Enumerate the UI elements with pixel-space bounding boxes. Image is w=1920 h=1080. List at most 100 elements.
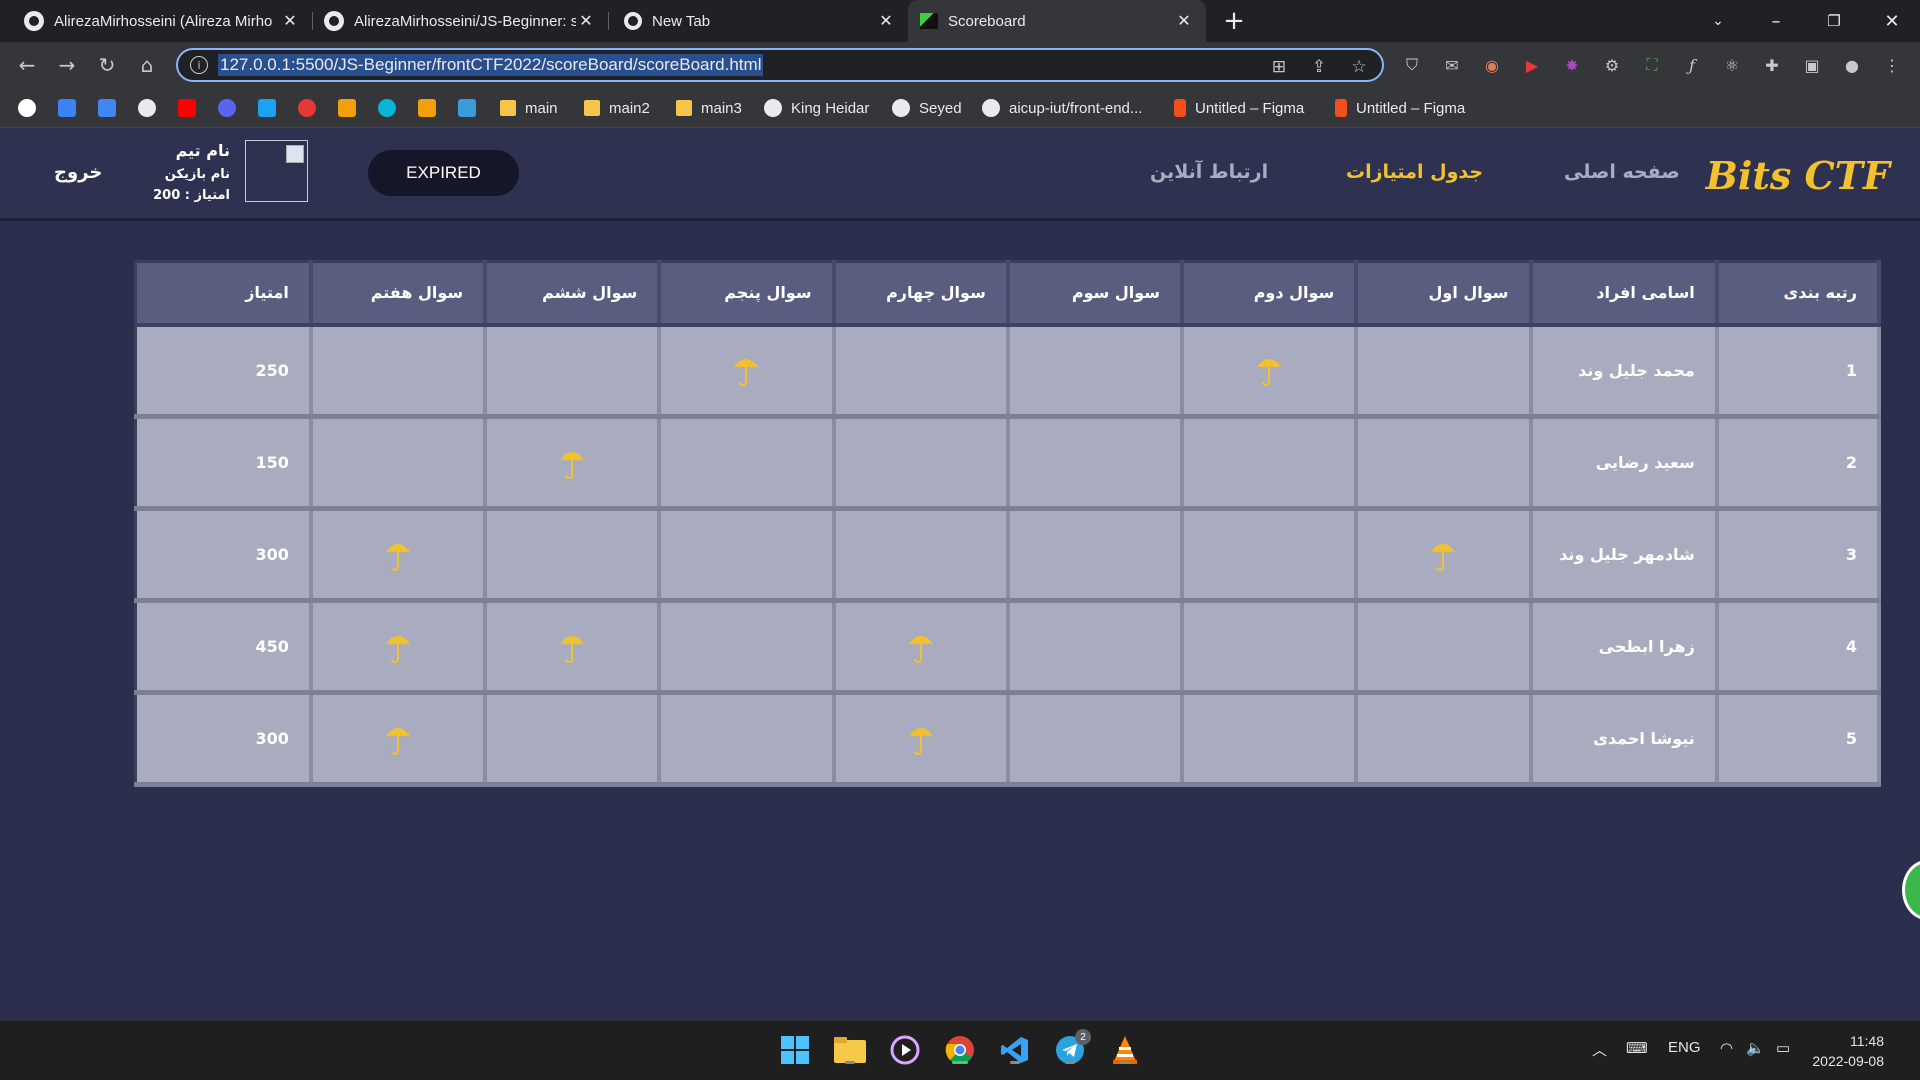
language-indicator[interactable]: ENG [1668,1039,1701,1056]
bookmark-figma-1[interactable]: Untitled – Figma [1174,96,1304,120]
screenshot-icon[interactable]: ⛶ [1641,54,1663,76]
umbrella-icon [557,451,587,479]
bookmark-aicup[interactable]: aicup-iut/front-end... [982,96,1142,120]
site-logo[interactable]: Bits CTF [1706,153,1890,198]
bookmark-in[interactable] [338,96,356,120]
bookmark-discord[interactable] [218,96,236,120]
bookmark-github[interactable] [138,96,156,120]
header-score: امتیاز [135,261,313,327]
url-text[interactable]: 127.0.0.1:5500/JS-Beginner/frontCTF2022/… [218,54,764,76]
nav-home-link[interactable]: صفحه اصلی [1564,161,1680,183]
media-player-icon[interactable] [888,1033,922,1067]
browser-tab-active[interactable]: Scoreboard ✕ [908,0,1206,42]
bookmark-king-heidar[interactable]: King Heidar [764,96,869,120]
header-q5: سوال پنجم [659,261,836,327]
bookmark-main[interactable]: main [500,96,558,120]
system-clock[interactable]: 11:48 2022-09-08 [1812,1031,1884,1071]
header-q3: سوال سوم [1007,261,1185,327]
bookmark-seyed[interactable]: Seyed [892,96,962,120]
close-icon[interactable]: ✕ [280,11,300,31]
bookmark-q[interactable] [378,96,396,120]
bookmark-label: King Heidar [791,99,870,117]
wifi-icon[interactable]: ◠ [1720,1039,1733,1057]
new-tab-button[interactable]: + [1206,0,1262,42]
close-icon[interactable]: ✕ [1174,11,1194,31]
bookmark-in2[interactable] [418,96,436,120]
tray-chevron-icon[interactable]: ︿ [1592,1039,1607,1060]
translate-icon[interactable]: ⊞ [1268,56,1290,78]
bookmark-mail[interactable] [458,96,476,120]
chrome-icon[interactable] [943,1033,977,1067]
header-q6: سوال ششم [485,261,662,327]
restore-button[interactable]: ❐ [1806,0,1862,42]
bookmark-main3[interactable]: main3 [676,96,742,120]
question-6-cell [485,600,662,695]
font-finder-icon[interactable]: ƒ [1681,54,1703,76]
close-icon[interactable]: ✕ [876,11,896,31]
back-arrow-icon[interactable]: ← [12,50,42,80]
bookmark-label: main3 [701,99,742,117]
running-indicator [845,1061,855,1064]
close-window-button[interactable]: ✕ [1864,0,1920,42]
telegram-icon[interactable]: 2 [1053,1029,1091,1067]
umbrella-icon [906,635,936,663]
extensions-puzzle-icon[interactable]: ✚ [1761,54,1783,76]
reload-icon[interactable]: ↻ [92,50,122,80]
github-icon [138,99,156,117]
bookmark-docs[interactable] [98,96,116,120]
umbrella-icon [383,635,413,663]
share-icon[interactable]: ⇪ [1308,56,1330,78]
bookmark-app[interactable] [258,96,276,120]
bookmark-main2[interactable]: main2 [584,96,650,120]
file-explorer-icon[interactable] [833,1033,867,1067]
site-info-icon[interactable]: i [190,56,208,74]
bookmark-star-icon[interactable]: ☆ [1348,56,1370,78]
browser-tab[interactable]: AlirezaMirhosseini/JS-Beginner: s ✕ [312,0,608,42]
q-icon [378,99,396,117]
floating-action-button[interactable] [1902,860,1920,920]
bookmark-youtube[interactable] [178,96,196,120]
youtube-extension-icon[interactable]: ▶ [1521,54,1543,76]
address-bar[interactable]: i 127.0.0.1:5500/JS-Beginner/frontCTF202… [176,48,1384,82]
vscode-icon[interactable] [998,1033,1032,1067]
close-icon[interactable]: ✕ [576,11,596,31]
owl-extension-icon[interactable]: ◉ [1481,54,1503,76]
tab-search-icon[interactable]: ⌄ [1690,0,1746,42]
vlc-icon[interactable] [1108,1033,1142,1067]
bookmark-label: main2 [609,99,650,117]
bookmarks-bar: main main2 main3 King Heidar Seyed aicup… [0,88,1920,128]
nav-scoreboard-link[interactable]: جدول امتیازات [1346,161,1483,183]
browser-tab[interactable]: New Tab ✕ [612,0,908,42]
bookmark-label: aicup-iut/front-end... [1009,99,1143,117]
gear-icon[interactable]: ⚙ [1601,54,1623,76]
nav-contact-link[interactable]: ارتباط آنلاین [1150,161,1268,183]
mail-icon[interactable]: ✉ [1441,54,1463,76]
keyboard-icon[interactable]: ⌨ [1626,1039,1648,1057]
bookmark-fingerprint[interactable] [298,96,316,120]
user-score: امتیاز : 200 [153,188,230,203]
windows-start-icon[interactable] [778,1033,812,1067]
bookmark-s[interactable] [58,96,76,120]
tab-title: Scoreboard [948,12,1026,30]
status-button[interactable]: EXPIRED [368,150,519,196]
bookmark-figma-2[interactable]: Untitled – Figma [1335,96,1465,120]
home-icon[interactable]: ⌂ [132,50,162,80]
color-picker-icon[interactable]: ✸ [1561,54,1583,76]
logout-button[interactable]: خروج [54,162,102,183]
score-cell: 300 [135,692,313,787]
side-panel-icon[interactable]: ▣ [1801,54,1823,76]
react-devtools-icon[interactable]: ⚛ [1721,54,1743,76]
question-6-cell [485,416,662,511]
minimize-button[interactable]: – [1748,0,1804,42]
forward-arrow-icon[interactable]: → [52,50,82,80]
bookmark-google[interactable] [18,96,36,120]
battery-icon[interactable]: ▭ [1776,1039,1790,1057]
shield-icon[interactable]: ⛉ [1401,54,1423,76]
volume-icon[interactable]: 🔈 [1746,1039,1765,1057]
menu-kebab-icon[interactable]: ⋮ [1881,54,1903,76]
browser-tab[interactable]: AlirezaMirhosseini (Alireza Mirho ✕ [12,0,312,42]
question-5-cell [659,600,836,695]
profile-avatar[interactable]: ● [1841,54,1863,76]
folder-icon [584,100,600,116]
player-name-cell: زهرا ابطحی [1530,600,1719,695]
